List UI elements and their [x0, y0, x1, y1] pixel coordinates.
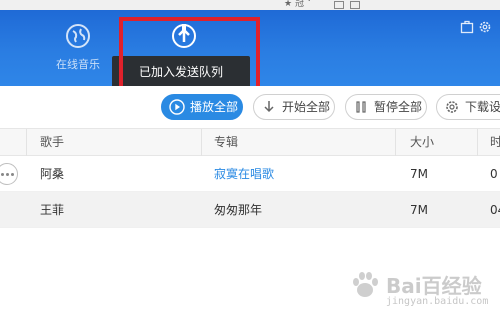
column-header-size[interactable]: 大小 — [410, 129, 434, 156]
highlight-annotation — [119, 17, 260, 92]
column-header-album[interactable]: 专辑 — [214, 129, 238, 156]
skin-icon[interactable] — [460, 20, 474, 34]
download-arrow-icon — [264, 101, 274, 113]
column-divider[interactable] — [395, 129, 396, 156]
gear-icon — [446, 101, 458, 113]
bookmark-label[interactable]: 冠 — [295, 0, 304, 9]
chevron-down-icon[interactable]: ˅ — [307, 0, 312, 9]
play-all-label: 播放全部 — [190, 100, 239, 114]
download-settings-button[interactable]: 下载设 — [436, 94, 500, 120]
star-icon[interactable]: ★ — [284, 0, 292, 9]
row-album[interactable]: 匆匆那年 — [214, 192, 262, 228]
toolbar: 播放全部 开始全部 暂停全部 下载设 — [0, 86, 500, 128]
pause-all-button[interactable]: 暂停全部 — [345, 94, 427, 120]
pause-icon — [356, 101, 366, 113]
tab-label: 在线音乐 — [56, 58, 100, 71]
window-icon[interactable] — [334, 1, 344, 9]
row-time: 04 — [490, 203, 500, 217]
start-all-button[interactable]: 开始全部 — [253, 94, 335, 120]
gear-icon[interactable] — [478, 20, 492, 34]
row-time: 0 — [490, 167, 498, 181]
globe-icon — [66, 24, 90, 48]
column-header-artist[interactable]: 歌手 — [40, 129, 64, 156]
download-settings-label: 下载设 — [465, 100, 500, 114]
paw-logo-icon — [353, 272, 378, 297]
column-divider[interactable] — [477, 129, 478, 156]
start-all-label: 开始全部 — [282, 100, 331, 114]
tab-online-music[interactable]: 在线音乐 — [48, 22, 108, 78]
column-divider[interactable] — [201, 129, 202, 156]
pause-all-label: 暂停全部 — [374, 100, 423, 114]
more-options-icon[interactable] — [0, 163, 18, 185]
table-header: 歌手 专辑 大小 时 — [0, 128, 500, 156]
row-size: 7M — [410, 167, 428, 181]
play-all-button[interactable]: 播放全部 — [161, 94, 243, 120]
watermark-text: Bai百经验 — [386, 274, 482, 298]
play-icon — [169, 99, 185, 115]
column-divider[interactable] — [26, 129, 27, 156]
row-artist: 阿桑 — [40, 167, 65, 181]
image-icon[interactable] — [350, 1, 360, 9]
watermark-url: jingyan.baidu.com — [386, 296, 489, 307]
watermark: Bai百经验 jingyan.baidu.com — [340, 262, 496, 316]
row-size: 7M — [410, 203, 428, 217]
browser-toolbar-strip: ★ 冠 ˅ — [0, 0, 500, 10]
row-artist: 王菲 — [40, 203, 65, 217]
table-row[interactable]: 阿桑 寂寞在唱歌 7M 0 — [0, 156, 500, 192]
row-album-link[interactable]: 寂寞在唱歌 — [214, 156, 274, 192]
column-header-time[interactable]: 时 — [490, 129, 500, 156]
table-row[interactable]: 王菲 匆匆那年 7M 04 — [0, 192, 500, 228]
header-tools — [456, 20, 496, 38]
